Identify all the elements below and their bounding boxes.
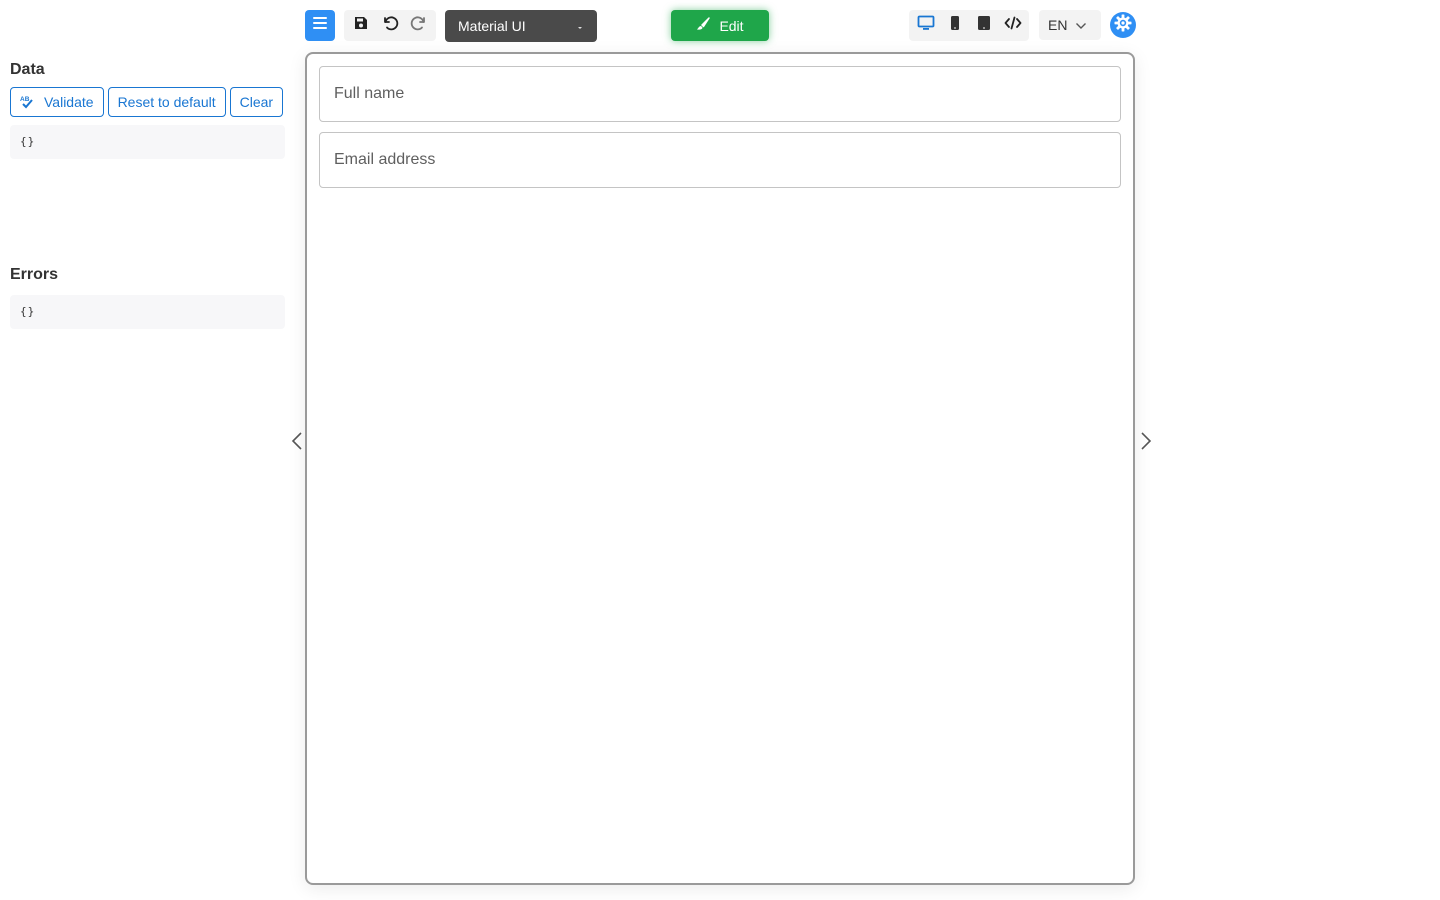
redo-icon (410, 14, 428, 37)
chevron-down-icon (1075, 17, 1087, 33)
tablet-icon (977, 15, 991, 36)
data-panel: Data AB Validate Reset to default Clear … (10, 58, 285, 159)
data-actions: AB Validate Reset to default Clear (10, 87, 285, 117)
spellcheck-icon: AB (20, 95, 36, 109)
reset-to-default-button[interactable]: Reset to default (107, 87, 226, 117)
menu-icon (312, 16, 328, 35)
settings-button[interactable] (1110, 12, 1136, 38)
edit-label: Edit (719, 17, 744, 34)
svg-text:AB: AB (20, 96, 30, 103)
brush-icon (696, 17, 711, 34)
save-button[interactable] (347, 12, 375, 40)
theme-select-value: Material UI (458, 18, 526, 34)
caret-down-icon (576, 18, 584, 34)
device-toolbar (909, 10, 1029, 41)
errors-title: Errors (10, 266, 59, 283)
mobile-view-button[interactable] (941, 12, 969, 40)
data-json-viewer: {} (10, 125, 285, 159)
form-preview: Full name Email address (305, 52, 1135, 885)
data-title: Data (10, 61, 45, 78)
desktop-icon (917, 15, 935, 36)
mobile-icon (950, 15, 960, 36)
redo-button[interactable] (405, 12, 433, 40)
code-icon (1004, 16, 1022, 35)
language-value: EN (1048, 17, 1068, 33)
gear-icon (1113, 13, 1133, 38)
theme-select[interactable]: Material UI (445, 10, 597, 42)
errors-json-viewer: {} (10, 295, 285, 329)
undo-button[interactable] (376, 12, 404, 40)
code-view-button[interactable] (999, 12, 1027, 40)
desktop-view-button[interactable] (912, 12, 940, 40)
collapse-right-button[interactable] (1136, 431, 1156, 455)
full-name-placeholder: Full name (334, 85, 405, 102)
email-field[interactable]: Email address (319, 132, 1121, 188)
tablet-view-button[interactable] (970, 12, 998, 40)
errors-panel: Errors {} (10, 263, 285, 329)
save-icon (353, 15, 369, 36)
edit-button[interactable]: Edit (671, 10, 769, 41)
clear-button[interactable]: Clear (229, 87, 284, 117)
full-name-field[interactable]: Full name (319, 66, 1121, 122)
validate-button[interactable]: AB Validate (10, 87, 104, 117)
menu-button[interactable] (305, 10, 335, 41)
collapse-left-button[interactable] (287, 431, 307, 455)
email-placeholder: Email address (334, 151, 436, 168)
chevron-right-icon (1140, 431, 1152, 456)
language-select[interactable]: EN (1039, 10, 1101, 40)
chevron-left-icon (291, 431, 303, 456)
history-toolbar (344, 10, 436, 41)
validate-label: Validate (44, 94, 94, 110)
undo-icon (381, 14, 399, 37)
